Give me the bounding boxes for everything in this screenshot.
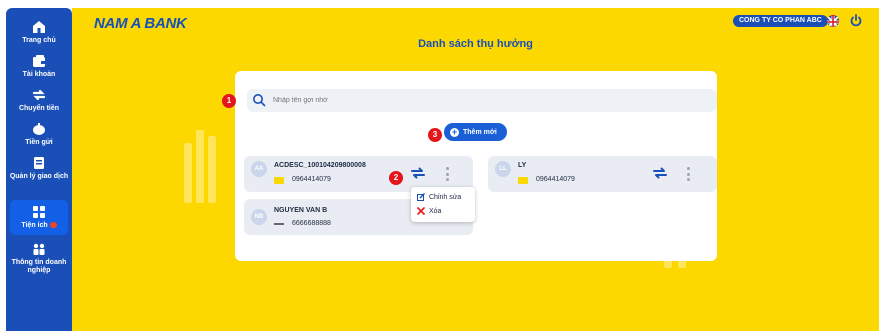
avatar: AA bbox=[251, 161, 267, 177]
home-icon bbox=[33, 21, 45, 33]
sidebar-item-label: Trang chủ bbox=[22, 37, 56, 44]
sidebar-item-label: Tài khoản bbox=[22, 71, 56, 78]
add-button-label: Thêm mới bbox=[463, 128, 497, 136]
account-number: 0964414079 bbox=[536, 176, 575, 183]
page-title: Danh sách thụ hưởng bbox=[418, 38, 533, 50]
delete-icon bbox=[417, 207, 425, 215]
account-number: 6666688888 bbox=[292, 220, 331, 227]
bank-logo[interactable]: NAM A BANK bbox=[94, 15, 187, 32]
beneficiary-name: LY bbox=[518, 162, 527, 169]
piggy-bank-icon bbox=[33, 123, 45, 135]
beneficiary-name: NGUYEN VAN B bbox=[274, 207, 328, 214]
sidebar-item-label: Thông tin doanh bbox=[11, 259, 67, 266]
step-marker: 1 bbox=[222, 94, 236, 108]
avatar: LL bbox=[495, 161, 511, 177]
document-icon bbox=[34, 157, 44, 169]
uk-flag-icon[interactable] bbox=[827, 15, 839, 27]
bank-logo-icon bbox=[518, 177, 528, 184]
delete-label: Xóa bbox=[429, 207, 442, 215]
beneficiary-panel: + Thêm mới AA ACDESC_100104209800008 096… bbox=[222, 71, 717, 261]
sidebar: Trang chủ Tài khoản Chuyển tiền Tiền gửi… bbox=[6, 8, 72, 331]
more-options-icon[interactable] bbox=[686, 167, 690, 181]
people-icon bbox=[33, 243, 45, 255]
main-area: NAM A BANK CONG TY CO PHAN ABC Danh sách… bbox=[72, 8, 879, 331]
transfer-icon[interactable] bbox=[411, 167, 425, 179]
search-icon bbox=[253, 94, 266, 107]
step-marker: 2 bbox=[389, 171, 403, 185]
sidebar-item-account[interactable]: Tài khoản bbox=[6, 54, 72, 79]
sidebar-item-label: Tiện ích bbox=[21, 222, 48, 229]
sidebar-item-transactions[interactable]: Quản lý giao dịch bbox=[6, 156, 72, 181]
avatar: NB bbox=[251, 209, 267, 225]
power-icon[interactable] bbox=[849, 13, 863, 27]
sidebar-item-label: nghiệp bbox=[27, 267, 51, 274]
sidebar-item-transfer[interactable]: Chuyển tiền bbox=[6, 88, 72, 113]
more-options-icon[interactable] bbox=[445, 167, 449, 181]
sidebar-item-label: Tiền gửi bbox=[25, 139, 53, 146]
beneficiary-card[interactable]: LL LY 0964414079 bbox=[488, 156, 717, 192]
sidebar-item-label: Quản lý giao dịch bbox=[9, 173, 69, 180]
company-badge[interactable]: CONG TY CO PHAN ABC bbox=[733, 15, 828, 27]
transfer-icon[interactable] bbox=[653, 167, 667, 179]
sidebar-item-deposit[interactable]: Tiền gửi bbox=[6, 122, 72, 147]
grid-icon bbox=[33, 206, 45, 218]
search-input[interactable] bbox=[247, 89, 717, 112]
wallet-icon bbox=[33, 55, 45, 67]
bank-logo-icon bbox=[274, 177, 284, 184]
account-number: 0964414079 bbox=[292, 176, 331, 183]
add-beneficiary-button[interactable]: + Thêm mới bbox=[444, 123, 507, 141]
sidebar-item-company-info[interactable]: Thông tin doanh nghiệp bbox=[6, 242, 72, 275]
edit-icon bbox=[417, 193, 425, 201]
beneficiary-name: ACDESC_100104209800008 bbox=[274, 162, 366, 169]
sidebar-item-home[interactable]: Trang chủ bbox=[6, 20, 72, 45]
context-menu: Chỉnh sửa Xóa bbox=[411, 187, 475, 222]
edit-label: Chỉnh sửa bbox=[429, 193, 462, 201]
new-badge bbox=[49, 222, 57, 229]
step-marker: 3 bbox=[428, 128, 442, 142]
decor-bar bbox=[196, 130, 204, 203]
edit-menu-item[interactable]: Chỉnh sửa bbox=[417, 193, 461, 201]
decor-bar bbox=[184, 143, 192, 203]
sidebar-item-utilities[interactable]: Tiện ích bbox=[10, 200, 68, 235]
sidebar-item-label: Chuyển tiền bbox=[18, 105, 60, 112]
transfer-icon bbox=[32, 89, 46, 101]
delete-menu-item[interactable]: Xóa bbox=[417, 207, 441, 215]
bank-logo-icon bbox=[274, 223, 284, 225]
decor-bar bbox=[208, 136, 216, 203]
plus-icon: + bbox=[450, 126, 459, 137]
